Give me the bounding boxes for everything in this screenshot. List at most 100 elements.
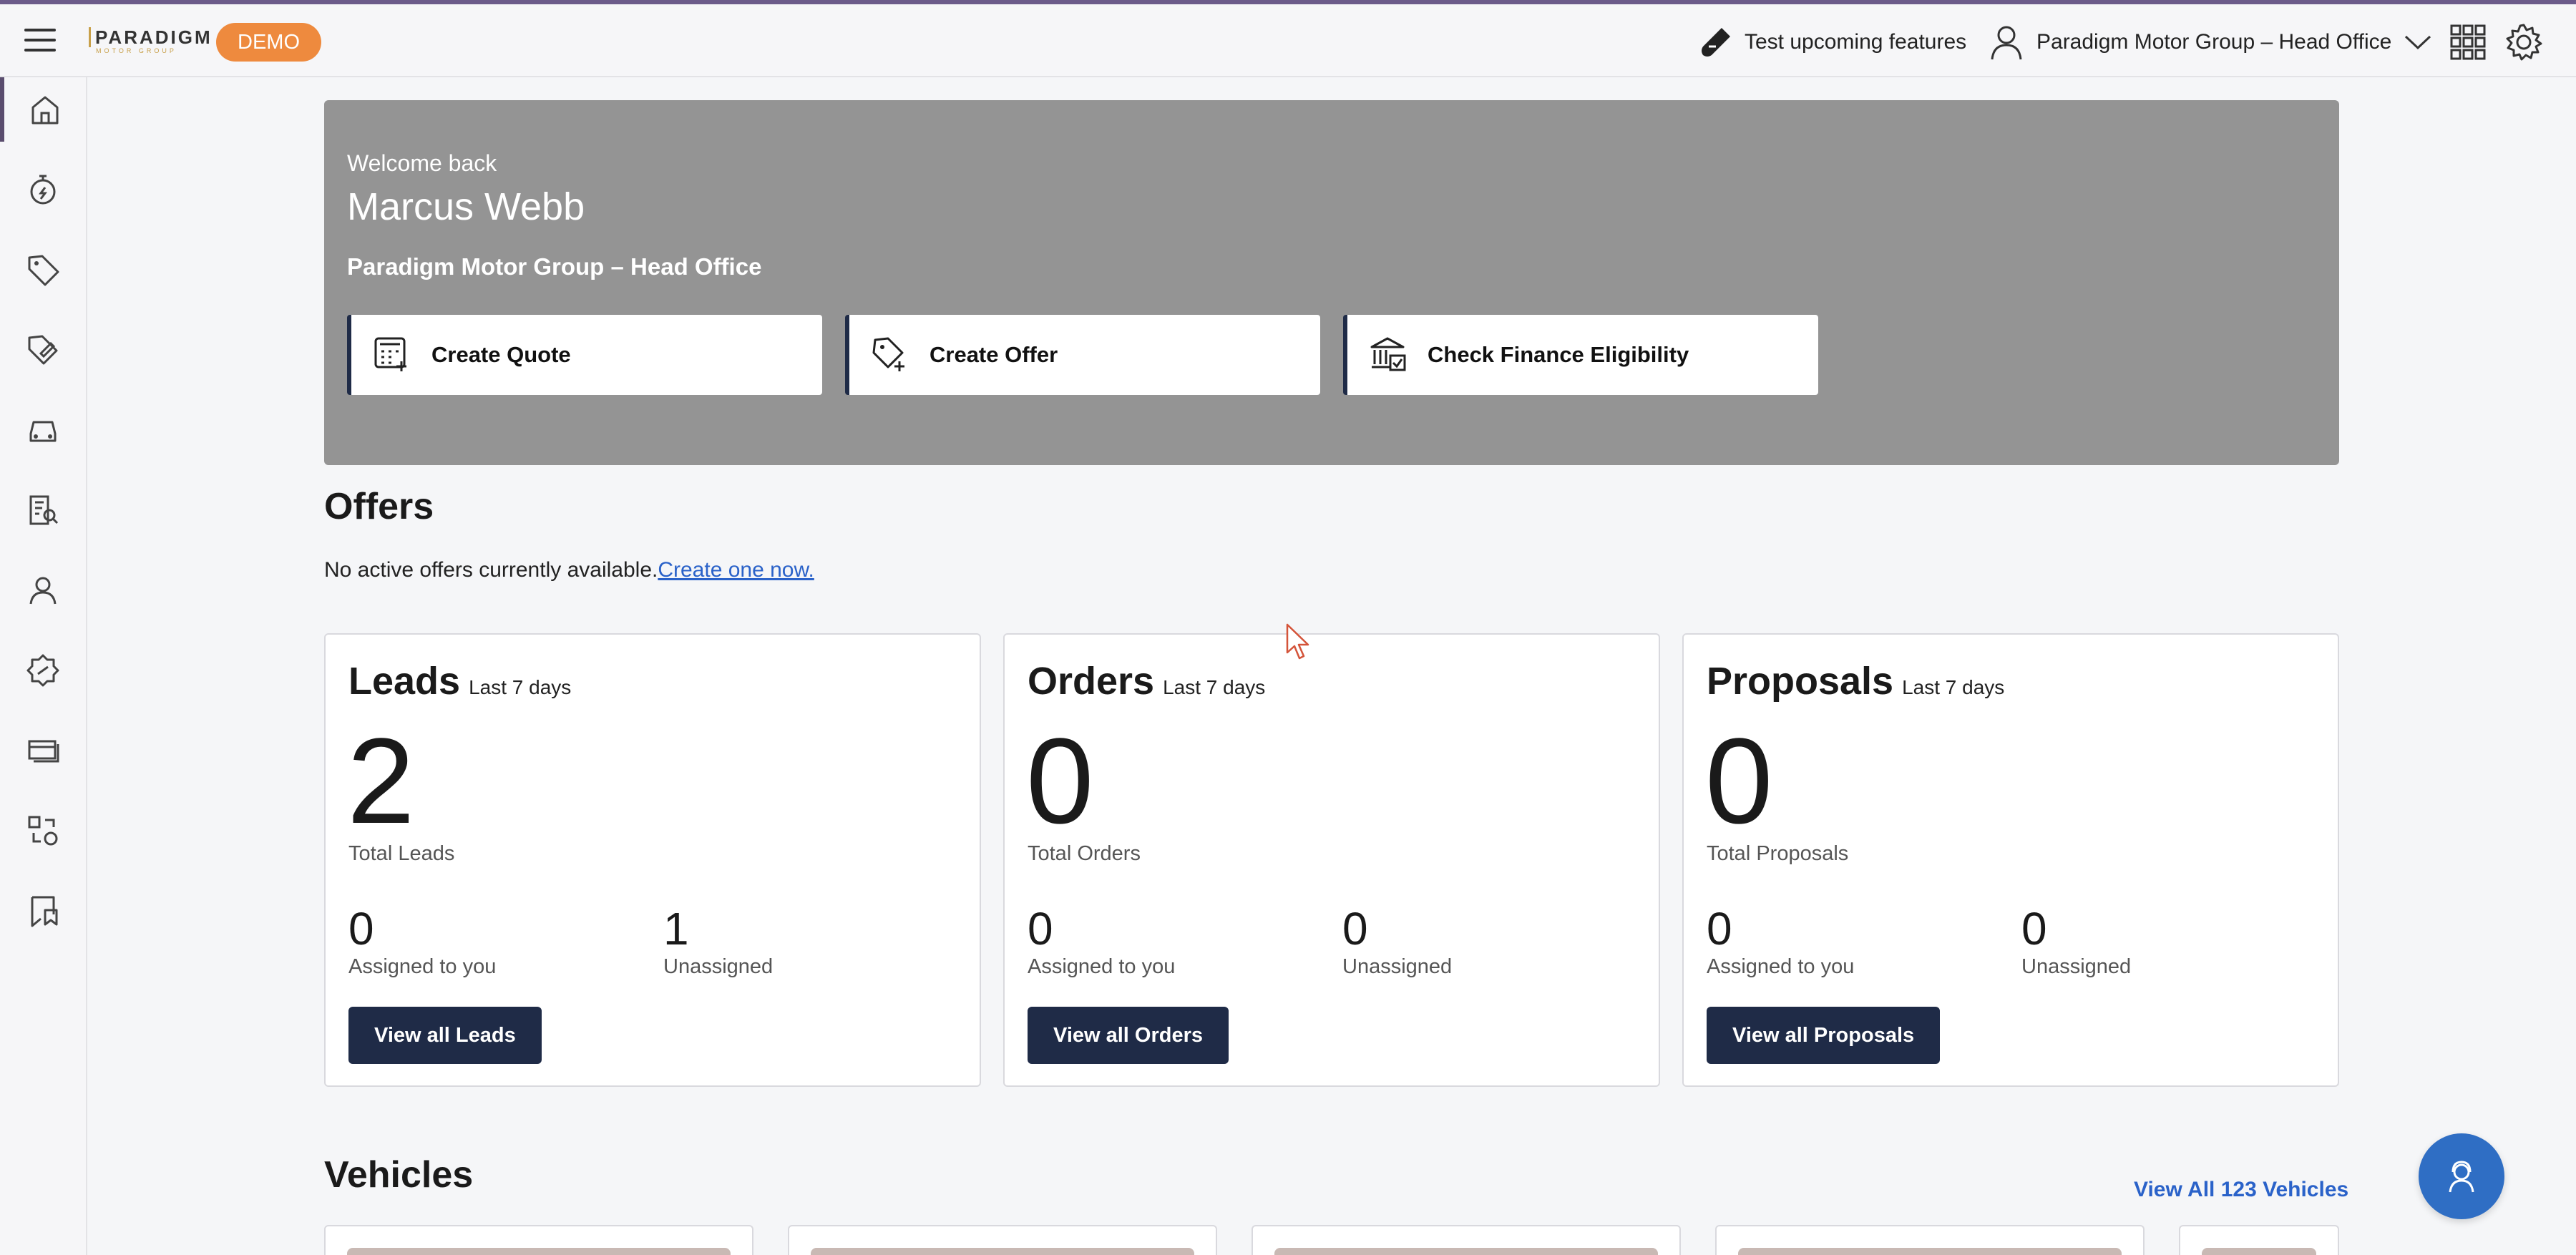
proposals-assigned: 0 bbox=[1707, 903, 1732, 954]
org-selector-label: Paradigm Motor Group – Head Office bbox=[2036, 30, 2392, 54]
offers-empty-message: No active offers currently available.Cre… bbox=[324, 558, 814, 582]
chevron-down-icon bbox=[2405, 35, 2431, 50]
car-icon bbox=[29, 421, 57, 442]
swap-icon bbox=[28, 816, 58, 846]
vehicle-image bbox=[1738, 1248, 2122, 1255]
leads-assigned: 0 bbox=[348, 903, 374, 954]
proposals-total-label: Total Proposals bbox=[1707, 842, 1849, 865]
user-icon bbox=[1991, 26, 2022, 60]
check-finance-eligibility-button[interactable]: Check Finance Eligibility bbox=[1343, 315, 1818, 395]
vehicle-card[interactable] bbox=[788, 1225, 1217, 1255]
top-bar: PARADIGM MOTOR GROUP DEMO Test upcoming … bbox=[0, 0, 2576, 77]
tag-icon bbox=[28, 255, 59, 286]
orders-unassigned-label: Unassigned bbox=[1342, 955, 1453, 978]
sidebar-item-transfers[interactable] bbox=[0, 799, 86, 863]
sidebar-item-finance[interactable] bbox=[0, 638, 86, 703]
vehicles-heading: Vehicles bbox=[324, 1154, 474, 1196]
proposals-card: Proposals Last 7 days 0 Total Proposals 0… bbox=[1682, 633, 2339, 1087]
check-finance-eligibility-label: Check Finance Eligibility bbox=[1428, 342, 1689, 367]
vehicle-card[interactable] bbox=[2179, 1225, 2339, 1255]
proposals-title-text: Proposals bbox=[1707, 660, 1894, 703]
sidebar-item-offers[interactable] bbox=[0, 238, 86, 302]
create-quote-button[interactable]: Create Quote bbox=[347, 315, 822, 395]
leads-card: Leads Last 7 days 2 Total Leads 0 Assigne… bbox=[324, 633, 981, 1087]
vehicle-card[interactable] bbox=[1715, 1225, 2145, 1255]
sidebar-item-reports[interactable] bbox=[0, 478, 86, 542]
calculator-icon bbox=[374, 337, 406, 371]
org-selector[interactable]: Paradigm Motor Group – Head Office bbox=[1989, 23, 2431, 62]
welcome-text: Welcome back bbox=[347, 150, 497, 176]
logo-subtext: MOTOR GROUP bbox=[96, 47, 177, 54]
proposals-assigned-label: Assigned to you bbox=[1707, 955, 1855, 978]
test-features-label: Test upcoming features bbox=[1745, 30, 1967, 54]
offers-heading: Offers bbox=[324, 486, 434, 527]
leads-assigned-label: Assigned to you bbox=[348, 955, 497, 978]
mouse-cursor-icon bbox=[1286, 623, 1309, 660]
sidebar-item-customers[interactable] bbox=[0, 558, 86, 622]
vehicle-image bbox=[347, 1248, 731, 1255]
create-offer-label: Create Offer bbox=[930, 342, 1058, 367]
tag-add-icon bbox=[872, 337, 904, 371]
vehicle-image bbox=[811, 1248, 1194, 1255]
orders-card: Orders Last 7 days 0 Total Orders 0 Assig… bbox=[1003, 633, 1660, 1087]
sidebar-item-activity[interactable] bbox=[0, 157, 86, 222]
view-all-proposals-button[interactable]: View all Proposals bbox=[1707, 1007, 1941, 1064]
hero-org-name: Paradigm Motor Group – Head Office bbox=[347, 253, 762, 280]
test-features-button[interactable]: Test upcoming features bbox=[1699, 23, 1966, 62]
view-all-orders-button[interactable]: View all Orders bbox=[1028, 1007, 1229, 1064]
cards-icon bbox=[28, 740, 59, 763]
tag-edit-icon bbox=[28, 335, 58, 365]
user-name: Marcus Webb bbox=[347, 185, 585, 228]
sidebar-item-pricing[interactable] bbox=[0, 318, 86, 382]
gear-icon[interactable] bbox=[2504, 23, 2543, 62]
orders-period: Last 7 days bbox=[1163, 676, 1266, 698]
leads-unassigned-label: Unassigned bbox=[663, 955, 774, 978]
leads-title: Leads Last 7 days bbox=[348, 659, 571, 703]
leads-title-text: Leads bbox=[348, 660, 461, 703]
proposals-period: Last 7 days bbox=[1902, 676, 2005, 698]
badge-icon bbox=[26, 654, 59, 687]
orders-assigned-label: Assigned to you bbox=[1028, 955, 1176, 978]
bank-icon bbox=[1370, 337, 1406, 371]
vehicle-card[interactable] bbox=[324, 1225, 753, 1255]
stopwatch-icon bbox=[30, 175, 56, 205]
vehicle-image bbox=[1274, 1248, 1658, 1255]
orders-title-text: Orders bbox=[1028, 660, 1155, 703]
proposals-title: Proposals Last 7 days bbox=[1707, 659, 2004, 703]
offers-empty-text: No active offers currently available. bbox=[324, 558, 658, 582]
vehicle-card[interactable] bbox=[1252, 1225, 1681, 1255]
orders-total-label: Total Orders bbox=[1028, 842, 1141, 865]
sidebar-item-home[interactable] bbox=[0, 77, 86, 142]
create-quote-label: Create Quote bbox=[431, 342, 571, 367]
orders-total: 0 bbox=[1026, 713, 1094, 849]
home-icon bbox=[31, 96, 59, 124]
leads-period: Last 7 days bbox=[469, 676, 572, 698]
create-offer-link[interactable]: Create one now. bbox=[658, 558, 814, 582]
proposals-unassigned: 0 bbox=[2021, 903, 2047, 954]
orders-unassigned: 0 bbox=[1342, 903, 1368, 954]
sidebar bbox=[0, 77, 87, 1255]
view-all-leads-button[interactable]: View all Leads bbox=[348, 1007, 542, 1064]
proposals-unassigned-label: Unassigned bbox=[2021, 955, 2132, 978]
users-icon bbox=[29, 577, 57, 605]
vehicle-image bbox=[2202, 1248, 2316, 1255]
sidebar-item-payments[interactable] bbox=[0, 718, 86, 783]
flask-icon bbox=[1702, 28, 1730, 57]
apps-grid-icon[interactable] bbox=[2450, 24, 2486, 60]
orders-assigned: 0 bbox=[1028, 903, 1053, 954]
demo-badge: DEMO bbox=[216, 23, 321, 62]
menu-icon[interactable] bbox=[24, 29, 56, 53]
sidebar-item-vehicles[interactable] bbox=[0, 398, 86, 462]
report-search-icon bbox=[29, 495, 59, 525]
leads-unassigned: 1 bbox=[663, 903, 689, 954]
logo[interactable]: PARADIGM MOTOR GROUP bbox=[89, 27, 213, 56]
leads-total-label: Total Leads bbox=[348, 842, 455, 865]
welcome-banner: Welcome back Marcus Webb Paradigm Motor … bbox=[324, 100, 2339, 465]
logo-text: PARADIGM bbox=[89, 27, 213, 47]
sidebar-item-saved[interactable] bbox=[0, 879, 86, 943]
leads-total: 2 bbox=[347, 713, 415, 849]
view-all-vehicles-link[interactable]: View All 123 Vehicles bbox=[2134, 1178, 2348, 1202]
support-agent-icon bbox=[2449, 1161, 2474, 1193]
create-offer-button[interactable]: Create Offer bbox=[845, 315, 1320, 395]
help-button[interactable] bbox=[2419, 1133, 2504, 1219]
